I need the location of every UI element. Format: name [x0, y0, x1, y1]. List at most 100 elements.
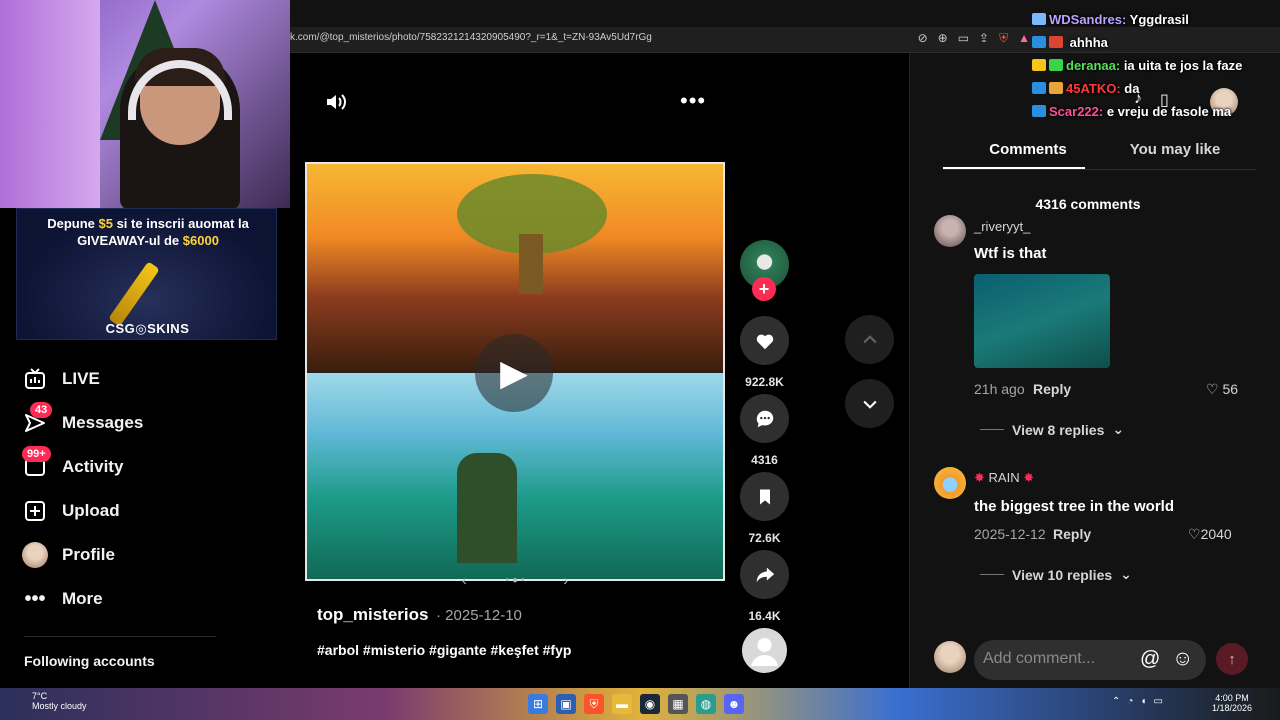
messages-icon: 43: [22, 402, 53, 436]
comment-action[interactable]: 4316: [740, 394, 789, 467]
star-icon: ✸: [974, 470, 985, 485]
view-replies-button[interactable]: View 8 replies ⌄: [980, 421, 1124, 438]
rewards-icon[interactable]: ▲: [1018, 31, 1030, 46]
reader-icon[interactable]: ▭: [958, 31, 969, 46]
chat-username: deranaa:: [1066, 58, 1121, 73]
view-replies-label: View 10 replies: [1012, 566, 1113, 583]
globe-icon[interactable]: ◍: [696, 694, 716, 714]
messages-badge: 43: [30, 402, 53, 418]
calculator-icon[interactable]: ▦: [668, 694, 688, 714]
steam-icon[interactable]: ◉: [640, 694, 660, 714]
sidebar-item-label: Activity: [62, 457, 124, 476]
chat-message: Scar222: e vreju de fasole ma: [1032, 100, 1272, 123]
comment-time: 2025-12-12: [974, 526, 1046, 542]
emoji-icon[interactable]: ☺: [1172, 647, 1193, 671]
folder-icon[interactable]: ▬: [612, 694, 632, 714]
comment-image[interactable]: [974, 274, 1110, 368]
webcam-overlay: [0, 0, 290, 208]
banner-text-part: si te inscrii auomat la: [112, 216, 249, 231]
comment-icon[interactable]: [740, 394, 789, 443]
follow-button[interactable]: +: [752, 277, 776, 301]
clock[interactable]: 4:00 PM 1/18/2026: [1212, 693, 1252, 713]
comment-like[interactable]: ♡ 56: [1206, 381, 1238, 398]
commenter-avatar[interactable]: [934, 215, 966, 247]
sidebar-item-live[interactable]: LIVE: [22, 366, 100, 392]
sidebar-item-label: Profile: [62, 545, 115, 564]
sidebar-item-more[interactable]: ••• More: [22, 586, 102, 612]
brave-icon[interactable]: ⛨: [584, 694, 604, 714]
crown-icon: [1032, 59, 1046, 71]
system-tray: ⌃ ◔ ◖ ▭: [1112, 696, 1163, 707]
mention-icon[interactable]: @: [1140, 648, 1160, 671]
upload-icon: [22, 498, 48, 524]
zoom-icon[interactable]: ⊕: [938, 31, 948, 46]
volume-icon[interactable]: [324, 90, 348, 120]
author-name[interactable]: top_misterios: [317, 605, 428, 625]
discord-icon[interactable]: ☻: [724, 694, 744, 714]
badge-icon: [1032, 13, 1046, 25]
hashtags[interactable]: #arbol #misterio #gigante #keşfet #fyp: [317, 642, 571, 658]
comment-username[interactable]: _riveryyt_: [974, 219, 1030, 234]
tab-comments[interactable]: Comments: [971, 141, 1085, 158]
prev-photo-icon[interactable]: ‹: [462, 572, 467, 588]
tab-you-may-like[interactable]: You may like: [1120, 141, 1230, 158]
next-video-button[interactable]: [845, 379, 894, 428]
sidebar-item-label: LIVE: [62, 369, 100, 388]
comment-count: 4316: [751, 453, 778, 467]
send-button[interactable]: ↑: [1216, 643, 1248, 675]
like-action[interactable]: 922.8K: [740, 316, 789, 389]
chevron-down-icon: ⌄: [1112, 421, 1125, 437]
no-media-icon[interactable]: ⊘: [918, 31, 928, 46]
play-button[interactable]: ▶: [475, 334, 553, 412]
curtain: [0, 0, 100, 208]
volume-tray-icon[interactable]: ◖: [1140, 696, 1146, 707]
heart-icon[interactable]: [740, 316, 789, 365]
comment-username[interactable]: ✸ RAIN ✸: [974, 470, 1034, 486]
start-icon[interactable]: ⊞: [528, 694, 548, 714]
heart-outline-icon: ♡: [1206, 381, 1219, 397]
next-photo-icon[interactable]: ›: [563, 572, 568, 588]
share-icon[interactable]: [740, 550, 789, 599]
comment-like-count: 56: [1222, 381, 1239, 397]
badge-icon: [1032, 82, 1046, 94]
carousel-dots: • ● •: [505, 574, 525, 586]
chevron-up-icon[interactable]: ⌃: [1112, 696, 1120, 707]
task-view-icon[interactable]: ▣: [556, 694, 576, 714]
chat-username: 45ATKO:: [1066, 81, 1121, 96]
weather-widget[interactable]: 7°C Mostly cloudy: [10, 691, 87, 711]
reply-button[interactable]: Reply: [1053, 526, 1091, 542]
share-action[interactable]: 16.4K: [740, 550, 789, 623]
active-tab-indicator: [943, 167, 1085, 169]
share-icon[interactable]: ⇪: [979, 31, 989, 46]
more-options-icon[interactable]: •••: [680, 88, 706, 114]
bookmark-icon[interactable]: [740, 472, 789, 521]
comment-text: Wtf is that: [974, 245, 1047, 262]
chevron-down-icon: ⌄: [1120, 566, 1132, 582]
music-disc-icon[interactable]: [742, 628, 787, 673]
url-text[interactable]: k.com/@top_misterios/photo/7582321214320…: [290, 32, 830, 48]
clock-date: 1/18/2026: [1212, 703, 1253, 713]
previous-video-button[interactable]: [845, 315, 894, 364]
chat-username: Scar222:: [1049, 104, 1104, 119]
brave-shield-icon[interactable]: ⛨: [999, 31, 1008, 46]
save-action[interactable]: 72.6K: [740, 472, 789, 545]
save-count: 72.6K: [748, 531, 781, 545]
sidebar-item-messages[interactable]: 43 Messages: [22, 402, 144, 436]
sidebar-item-activity[interactable]: 99+ Activity: [22, 446, 124, 480]
sidebar-item-label: Messages: [62, 413, 144, 432]
comment-username-text: RAIN: [988, 470, 1020, 485]
network-icon[interactable]: ◔: [1127, 696, 1133, 707]
sidebar-item-upload[interactable]: Upload: [22, 498, 120, 524]
view-replies-button[interactable]: View 10 replies ⌄: [980, 566, 1132, 583]
stream-chat-overlay: WDSandres: Yggdrasil ahhha deranaa: ia u…: [1032, 8, 1272, 123]
reply-button[interactable]: Reply: [1033, 381, 1071, 397]
chat-message: WDSandres: Yggdrasil: [1032, 8, 1272, 31]
comment-like[interactable]: ♡2040: [1188, 526, 1232, 543]
comment-time: 21h ago: [974, 381, 1025, 397]
add-comment-placeholder[interactable]: Add comment...: [983, 650, 1095, 668]
sidebar-item-profile[interactable]: Profile: [22, 542, 115, 568]
battery-icon[interactable]: ▭: [1153, 696, 1162, 707]
commenter-avatar[interactable]: [934, 467, 966, 499]
banner-text-part: GIVEAWAY-ul de: [77, 233, 183, 248]
activity-badge: 99+: [22, 446, 51, 462]
